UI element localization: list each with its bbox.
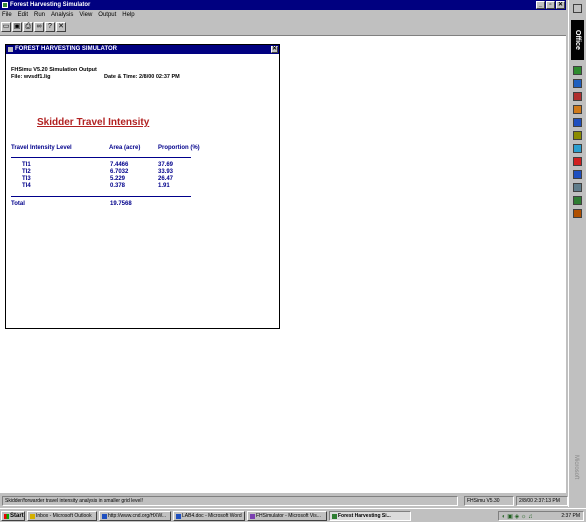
table-row-level: TI4 (22, 183, 31, 189)
taskbar: Start Inbox - Microsoft Outlook http://w… (0, 508, 586, 522)
office-menu-icon[interactable] (573, 4, 582, 13)
statusbar: Skidder/forwarder travel intensity analy… (0, 495, 586, 507)
office-app-icon[interactable] (573, 92, 582, 101)
report-title: Skidder Travel Intensity (37, 117, 150, 128)
menu-file[interactable]: File (2, 12, 12, 18)
app-icon (2, 2, 8, 8)
output-datetime: Date & Time: 2/8/00 02:37 PM (104, 74, 180, 80)
tree-icon (332, 514, 337, 519)
output-window-title: FOREST HARVESTING SIMULATOR (15, 46, 118, 52)
table-row-area: 6.7032 (110, 169, 129, 175)
mail-icon (30, 514, 35, 519)
column-header-level: Travel Intensity Level (11, 145, 72, 151)
office-app-icon[interactable] (573, 105, 582, 114)
office-app-icon[interactable] (573, 170, 582, 179)
table-row-level: TI2 (22, 169, 31, 175)
total-label: Total (11, 201, 25, 207)
table-row-proportion: 33.93 (158, 169, 174, 175)
office-app-icon[interactable] (573, 196, 582, 205)
office-shortcut-bar: Office Microsoft (568, 0, 586, 507)
tray-clock[interactable]: 2:37 PM (561, 512, 580, 520)
total-divider (11, 196, 191, 197)
taskbar-item-label: FHSimulator - Microsoft Vis... (256, 513, 321, 519)
table-row-area: 7.4466 (110, 162, 129, 168)
menu-output[interactable]: Output (98, 12, 116, 18)
taskbar-item-forest-harvesting[interactable]: Forest Harvesting Si... (329, 511, 411, 521)
system-tray: ◐ ▣ ◈ ☼ ♫ 2:37 PM (498, 511, 584, 521)
office-app-icon[interactable] (573, 79, 582, 88)
print-icon[interactable]: ⎙ (23, 22, 33, 32)
menu-run[interactable]: Run (34, 12, 45, 18)
office-logo[interactable]: Office (571, 20, 584, 60)
table-row-level: TI3 (22, 176, 31, 182)
office-app-icon[interactable] (573, 209, 582, 218)
column-header-area: Area (acre) (109, 145, 141, 151)
office-app-icon[interactable] (573, 118, 582, 127)
menu-help[interactable]: Help (122, 12, 134, 18)
tray-icons[interactable]: ◐ ▣ ◈ ☼ ♫ (502, 513, 533, 521)
header-divider (11, 157, 191, 158)
toolbar: ▭ ▣ ⎙ ∞ ? ✕ (0, 21, 566, 33)
office-bar-footer: Microsoft (573, 455, 579, 480)
window-controls: _ ▫ ✕ (536, 1, 565, 9)
maximize-button[interactable]: ▫ (546, 1, 555, 9)
office-app-icon[interactable] (573, 157, 582, 166)
menu-analysis[interactable]: Analysis (51, 12, 73, 18)
output-file-label: File: wvsdf1.lig (11, 74, 51, 80)
menubar: File Edit Run Analysis View Output Help (0, 10, 566, 20)
column-header-proportion: Proportion (%) (158, 145, 200, 151)
start-label: Start (10, 513, 24, 519)
close-button[interactable]: ✕ (556, 1, 565, 9)
close-icon[interactable]: ✕ (56, 22, 66, 32)
table-row-area: 0.378 (110, 183, 126, 189)
taskbar-item-label: Inbox - Microsoft Outlook (36, 513, 92, 519)
status-datetime: 2/8/00 2:37:13 PM (516, 496, 568, 506)
office-app-icon[interactable] (573, 144, 582, 153)
status-message: Skidder/forwarder travel intensity analy… (2, 496, 458, 506)
output-window: FOREST HARVESTING SIMULATOR ✕ FHSimu V5.… (5, 44, 280, 329)
taskbar-item-label: LAB4.doc - Microsoft Word (182, 513, 242, 519)
window-icon (8, 47, 13, 52)
table-row-proportion: 1.91 (158, 183, 170, 189)
output-window-close-button[interactable]: ✕ (271, 46, 278, 53)
taskbar-item-label: http://www.cnd.org/HXW... (108, 513, 167, 519)
output-window-titlebar[interactable]: FOREST HARVESTING SIMULATOR ✕ (6, 45, 279, 54)
taskbar-item-browser[interactable]: http://www.cnd.org/HXW... (99, 511, 171, 521)
output-header-line: FHSimu V5.20 Simulation Output (11, 67, 97, 73)
table-row-proportion: 37.69 (158, 162, 174, 168)
taskbar-item-outlook[interactable]: Inbox - Microsoft Outlook (27, 511, 97, 521)
app-title: Forest Harvesting Simulator (10, 2, 91, 8)
open-icon[interactable]: ▭ (1, 22, 11, 32)
taskbar-item-visual-basic[interactable]: FHSimulator - Microsoft Vis... (247, 511, 327, 521)
start-button[interactable]: Start (1, 511, 25, 521)
status-version: FHSimu V5.30 (464, 496, 514, 506)
table-row-level: TI1 (22, 162, 31, 168)
binoculars-icon[interactable]: ∞ (34, 22, 44, 32)
app-titlebar[interactable]: Forest Harvesting Simulator _ ▫ ✕ (0, 0, 566, 10)
office-app-icon[interactable] (573, 183, 582, 192)
total-area: 19.7568 (110, 201, 132, 207)
menu-view[interactable]: View (79, 12, 92, 18)
save-icon[interactable]: ▣ (12, 22, 22, 32)
browser-icon (102, 514, 107, 519)
menu-edit[interactable]: Edit (18, 12, 28, 18)
office-app-icon[interactable] (573, 66, 582, 75)
table-row-proportion: 26.47 (158, 176, 174, 182)
visual-basic-icon (250, 514, 255, 519)
taskbar-item-word[interactable]: LAB4.doc - Microsoft Word (173, 511, 245, 521)
taskbar-item-label: Forest Harvesting Si... (338, 513, 391, 519)
office-app-icon[interactable] (573, 131, 582, 140)
word-icon (176, 514, 181, 519)
windows-logo-icon (4, 514, 9, 519)
help-icon[interactable]: ? (45, 22, 55, 32)
minimize-button[interactable]: _ (536, 1, 545, 9)
table-row-area: 5.229 (110, 176, 126, 182)
